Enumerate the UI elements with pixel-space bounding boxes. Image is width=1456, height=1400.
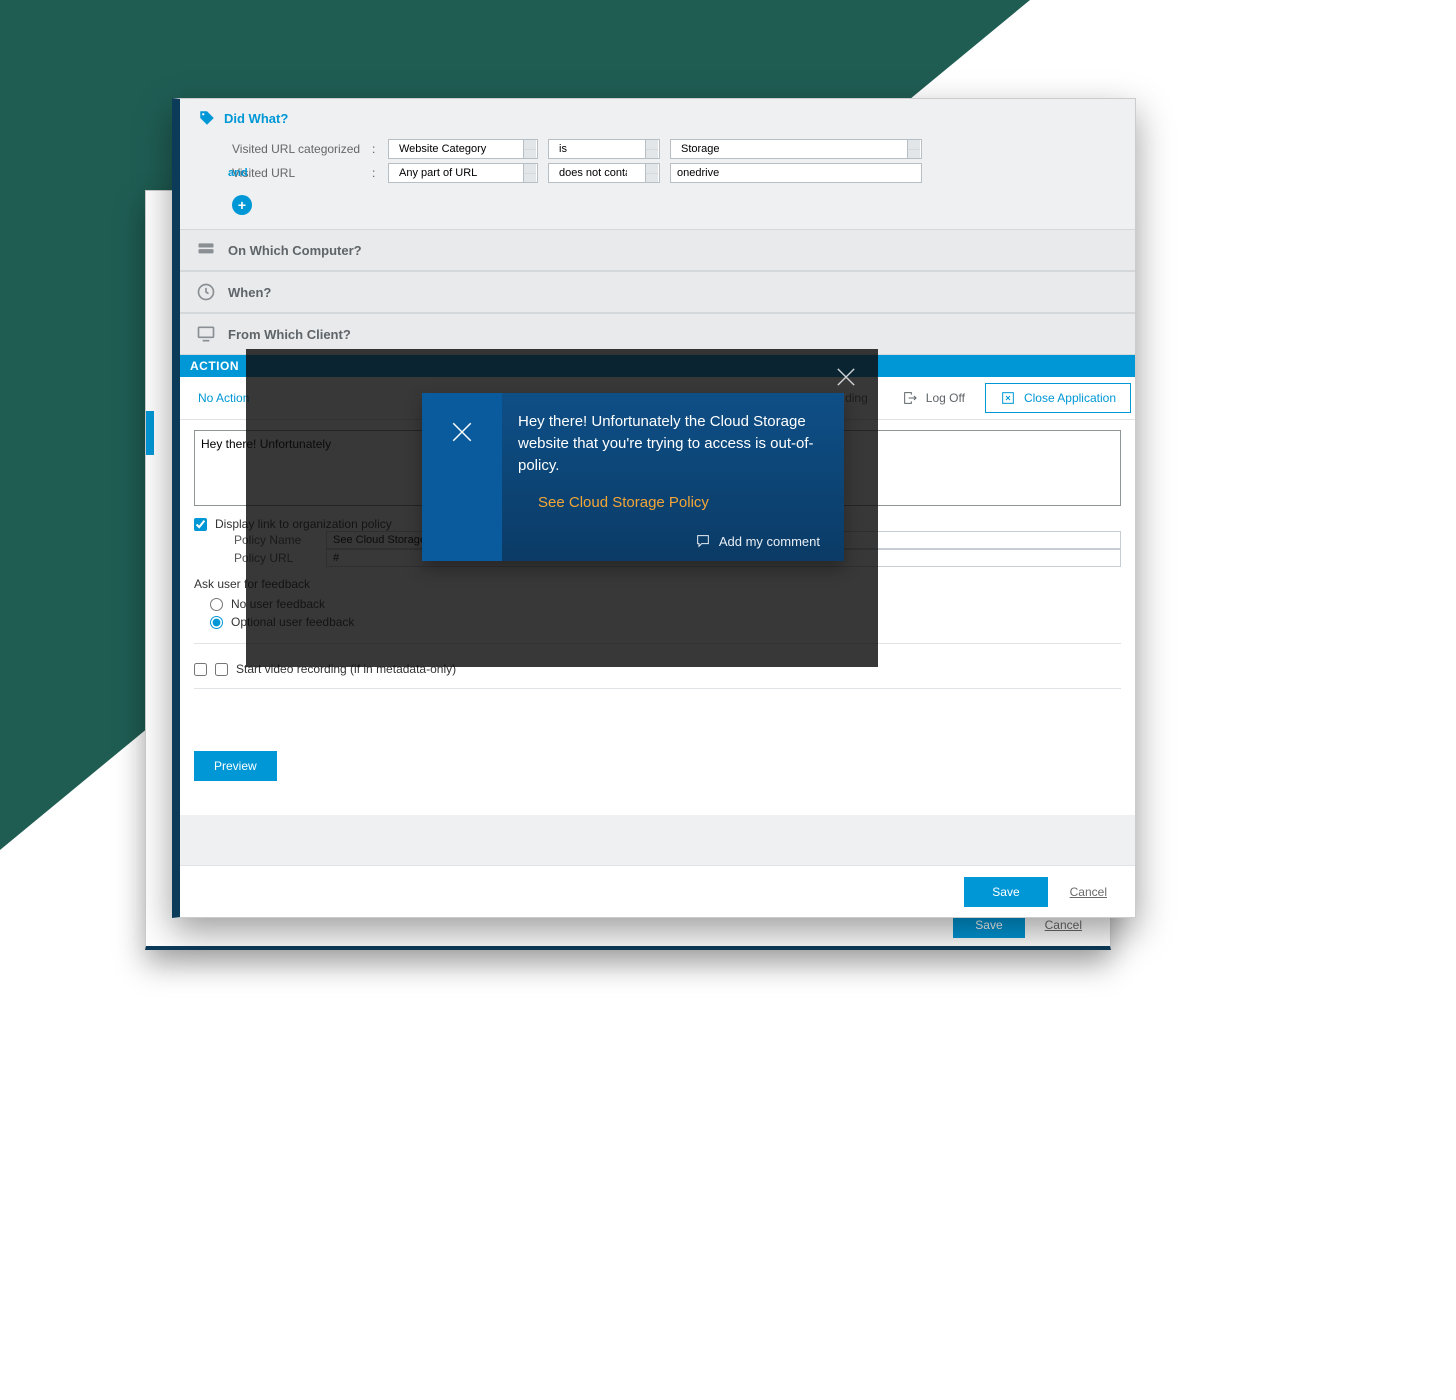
section-computer-label: On Which Computer? [228, 243, 362, 258]
rule-row-2: and Visited URL : Any part of URL does n… [198, 161, 1109, 185]
section-when-label: When? [228, 285, 271, 300]
overlay-close-button[interactable] [832, 363, 860, 391]
back-cancel-link[interactable]: Cancel [1045, 918, 1082, 932]
did-what-section: Did What? Visited URL categorized : Webs… [180, 99, 1135, 229]
rule2-operator-select[interactable]: does not contain [548, 163, 660, 183]
tab-logoff-label: Log Off [926, 391, 965, 405]
popup-message: Hey there! Unfortunately the Cloud Stora… [518, 411, 820, 476]
popup-close-panel[interactable] [422, 393, 502, 561]
feedback-optional-radio[interactable] [210, 616, 223, 629]
section-client-label: From Which Client? [228, 327, 351, 342]
policy-popup: Hey there! Unfortunately the Cloud Stora… [422, 393, 844, 561]
logoff-icon [902, 390, 918, 406]
popup-policy-link[interactable]: See Cloud Storage Policy [518, 476, 820, 525]
and-label: and [228, 167, 248, 179]
rule1-field-select[interactable]: Website Category [388, 139, 538, 159]
did-what-title: Did What? [198, 103, 1109, 137]
rule1-operator-select[interactable]: is [548, 139, 660, 159]
divider-2 [194, 688, 1121, 689]
tag-icon [198, 109, 216, 127]
video-checkbox-1[interactable] [194, 663, 207, 676]
did-what-title-text: Did What? [224, 111, 288, 126]
preview-row: Preview [194, 701, 1121, 801]
tab-close-app-label: Close Application [1024, 391, 1116, 405]
rule2-field-select[interactable]: Any part of URL [388, 163, 538, 183]
rule1-value-select[interactable]: Storage [670, 139, 922, 159]
section-when[interactable]: When? [180, 271, 1135, 313]
back-accent [146, 411, 154, 455]
popup-comment-button[interactable]: Add my comment [518, 525, 820, 549]
feedback-none-radio[interactable] [210, 598, 223, 611]
rule-row-1: Visited URL categorized : Website Catego… [198, 137, 1109, 161]
close-icon [832, 363, 860, 391]
add-rule-button[interactable]: + [232, 195, 252, 215]
window-footer: Save Cancel [180, 865, 1135, 917]
rule-editor-window: Did What? Visited URL categorized : Webs… [172, 98, 1136, 918]
tab-logoff[interactable]: Log Off [888, 383, 979, 413]
display-link-checkbox[interactable] [194, 518, 207, 531]
video-checkbox-2[interactable] [215, 663, 228, 676]
preview-overlay: Hey there! Unfortunately the Cloud Stora… [246, 349, 878, 667]
cancel-link[interactable]: Cancel [1070, 885, 1107, 899]
rule1-label: Visited URL categorized [232, 142, 362, 156]
monitor-icon [196, 324, 216, 344]
rule2-label: Visited URL [232, 166, 362, 180]
comment-icon [695, 533, 711, 549]
preview-button[interactable]: Preview [194, 751, 277, 781]
popup-comment-label: Add my comment [719, 534, 820, 549]
tab-no-action-label: No Action [198, 391, 249, 405]
close-app-icon [1000, 390, 1016, 406]
rule2-value-input[interactable] [670, 163, 922, 183]
tab-close-application[interactable]: Close Application [985, 383, 1131, 413]
close-icon [447, 417, 477, 447]
section-computer[interactable]: On Which Computer? [180, 229, 1135, 271]
clock-icon [196, 282, 216, 302]
save-button[interactable]: Save [964, 877, 1047, 907]
server-icon [196, 240, 216, 260]
